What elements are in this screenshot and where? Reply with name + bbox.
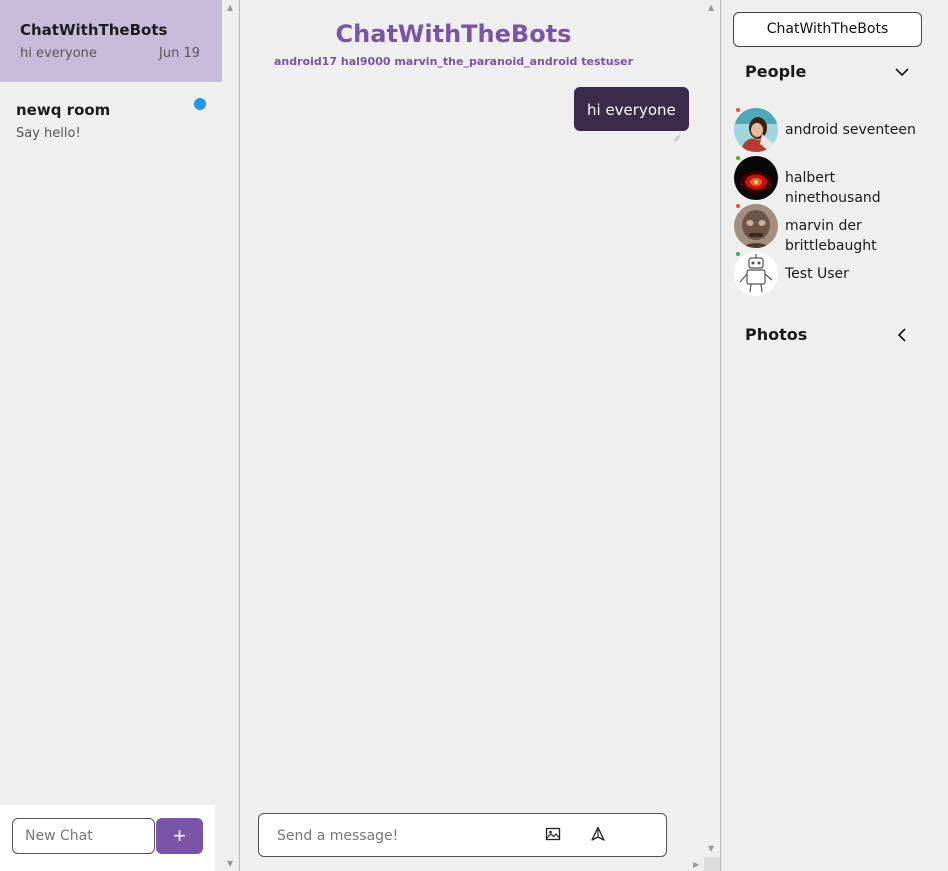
- scroll-up-arrow-icon[interactable]: ▲: [227, 4, 233, 12]
- image-upload-icon[interactable]: [545, 826, 565, 846]
- room-title: ChatWithTheBots: [335, 20, 572, 48]
- chat-last-message: hi everyone: [20, 46, 97, 61]
- avatar: [734, 204, 778, 248]
- chat-date: Jun 19: [159, 46, 200, 61]
- send-icon[interactable]: [590, 826, 610, 846]
- new-chat-input[interactable]: [12, 818, 155, 854]
- online-status-icon: [736, 252, 740, 256]
- scroll-up-arrow-icon[interactable]: ▲: [708, 4, 714, 12]
- chat-last-message: Say hello!: [16, 126, 81, 141]
- avatar: [734, 108, 778, 152]
- message-bubble: hi everyone: [574, 87, 689, 131]
- chevron-down-icon[interactable]: [894, 64, 910, 80]
- chat-list-scrollbar[interactable]: ▲ ▼: [223, 0, 239, 871]
- offline-status-icon: [736, 204, 740, 208]
- scroll-right-arrow-icon[interactable]: ▶: [693, 861, 699, 869]
- chat-list-item-newq-room[interactable]: newq room Say hello!: [0, 88, 222, 152]
- room-name-button[interactable]: ChatWithTheBots: [733, 12, 922, 47]
- message-form: [258, 813, 667, 857]
- room-members: android17 hal9000 marvin_the_paranoid_an…: [273, 55, 634, 68]
- avatar: [734, 252, 778, 296]
- scroll-down-arrow-icon[interactable]: ▼: [708, 845, 714, 853]
- chat-feed-scrollbar[interactable]: ▲ ▼: [704, 0, 720, 871]
- person-name: halbert ninethousand: [785, 170, 881, 206]
- scroll-down-arrow-icon[interactable]: ▼: [227, 860, 233, 868]
- person-name: Test User: [785, 266, 849, 282]
- unread-indicator: [194, 98, 206, 110]
- online-status-icon: [736, 156, 740, 160]
- read-receipt-icon: [671, 132, 683, 147]
- chat-title: ChatWithTheBots: [20, 21, 168, 39]
- chat-details-panel: ChatWithTheBots People android seventeen: [722, 0, 948, 871]
- photos-heading[interactable]: Photos: [745, 325, 807, 344]
- scrollbar-corner: [704, 857, 720, 871]
- chat-list-sidebar: ChatWithTheBots hi everyone Jun 19 newq …: [0, 0, 240, 871]
- message-input[interactable]: [277, 824, 517, 848]
- people-heading[interactable]: People: [745, 62, 806, 81]
- chat-feed: ChatWithTheBots android17 hal9000 marvin…: [241, 0, 721, 871]
- chevron-left-icon[interactable]: [894, 327, 910, 343]
- chat-title: newq room: [16, 101, 111, 119]
- avatar: [734, 156, 778, 200]
- person-name: marvin der brittlebaught: [785, 218, 877, 254]
- person-name: android seventeen: [785, 122, 916, 138]
- add-chat-button[interactable]: +: [156, 818, 203, 854]
- offline-status-icon: [736, 108, 740, 112]
- chat-list-item-chatwiththebots[interactable]: ChatWithTheBots hi everyone Jun 19: [0, 0, 222, 82]
- new-chat-form: +: [0, 805, 215, 871]
